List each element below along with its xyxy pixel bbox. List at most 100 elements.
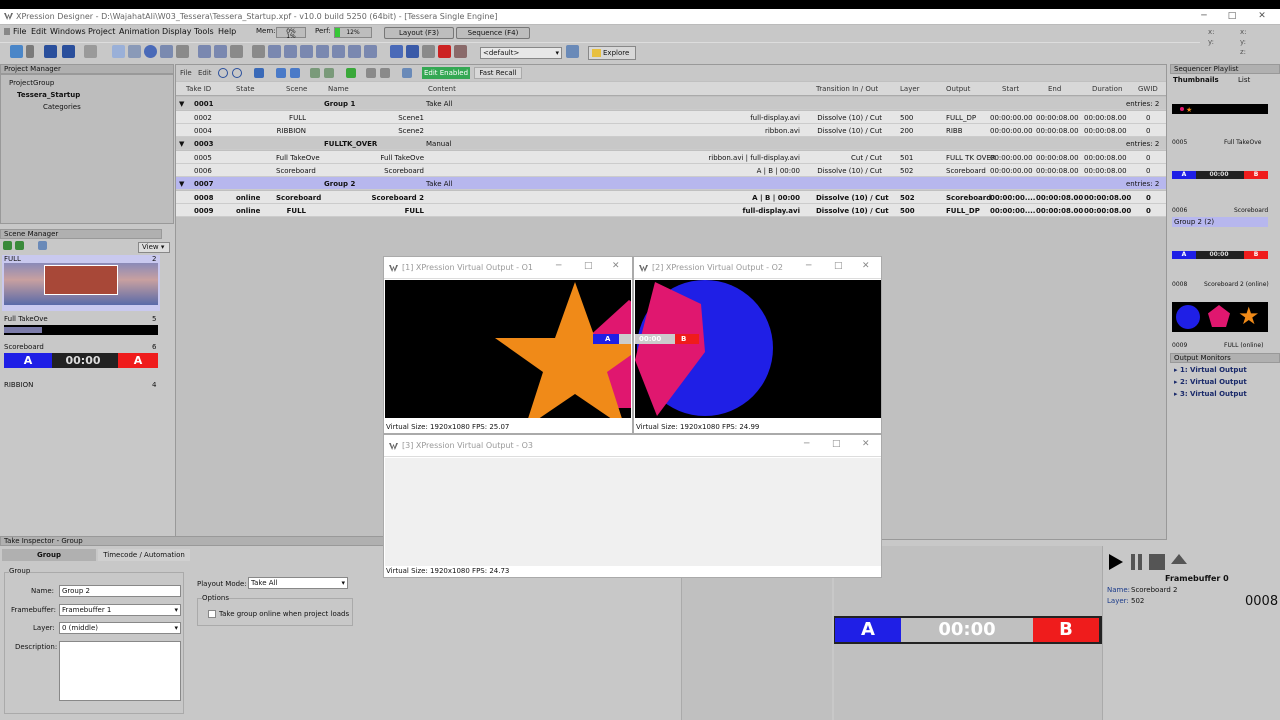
distribute-icon[interactable] xyxy=(252,45,265,58)
open-icon[interactable] xyxy=(10,45,23,58)
col-content[interactable]: Content xyxy=(428,85,456,93)
col-name[interactable]: Name xyxy=(328,85,349,93)
expand-caret-icon[interactable]: ▼ xyxy=(179,180,184,188)
vo2-maximize[interactable]: □ xyxy=(834,261,843,271)
menu-animation[interactable]: Animation xyxy=(119,27,160,36)
takes-file-menu[interactable]: File xyxy=(180,69,192,77)
find-icon[interactable] xyxy=(38,241,47,250)
align-left-icon[interactable] xyxy=(198,45,211,58)
move-icon[interactable] xyxy=(128,45,141,58)
take-row[interactable]: 0009 online FULL FULL full-display.avi Dissol… xyxy=(176,204,1166,217)
expand-caret-icon[interactable]: ▼ xyxy=(179,140,184,148)
duplicate-scene-icon[interactable] xyxy=(15,241,24,250)
expand-caret-icon[interactable]: ▼ xyxy=(179,100,184,108)
menu-display[interactable]: Display xyxy=(162,27,192,36)
close-button[interactable]: ✕ xyxy=(1248,10,1276,23)
vo1-minimize[interactable]: ─ xyxy=(556,261,561,271)
col-duration[interactable]: Duration xyxy=(1092,85,1122,93)
refresh-icon[interactable] xyxy=(566,45,579,58)
globe-icon[interactable] xyxy=(144,45,157,58)
align-top-icon[interactable] xyxy=(268,45,281,58)
up-icon[interactable] xyxy=(276,68,286,78)
new-scene-icon[interactable] xyxy=(3,241,12,250)
save-icon[interactable] xyxy=(44,45,57,58)
select-icon[interactable] xyxy=(112,45,125,58)
menu-file[interactable]: File xyxy=(13,27,26,36)
stop-square-icon[interactable] xyxy=(1149,554,1165,570)
takes-edit-menu[interactable]: Edit xyxy=(198,69,212,77)
text-small-icon[interactable] xyxy=(380,68,390,78)
menu-tools[interactable]: Tools xyxy=(194,27,214,36)
edit-enabled-button[interactable]: Edit Enabled xyxy=(422,67,470,79)
tab-thumbnails[interactable]: Thumbnails xyxy=(1173,76,1219,84)
take-row[interactable]: 0008 online Scoreboard Scoreboard 2 A | B | … xyxy=(176,191,1166,204)
undo-circle-icon[interactable] xyxy=(218,68,228,78)
col-end[interactable]: End xyxy=(1048,85,1061,93)
menu-edit[interactable]: Edit xyxy=(31,27,47,36)
add-icon[interactable] xyxy=(346,68,356,78)
grid-icon[interactable] xyxy=(422,45,435,58)
layer-select[interactable]: 0 (middle) ▾ xyxy=(59,622,181,634)
col-state[interactable]: State xyxy=(236,85,255,93)
align-bottom-icon[interactable] xyxy=(300,45,313,58)
monitor-item-3[interactable]: ▸ 3: Virtual Output xyxy=(1174,390,1247,398)
col-start[interactable]: Start xyxy=(1002,85,1019,93)
col-output[interactable]: Output xyxy=(946,85,970,93)
vo2-close[interactable]: ✕ xyxy=(862,261,870,271)
group-row[interactable]: ▼ 0003 FULLTK_OVER Manual entries: 2 xyxy=(176,137,1166,150)
menu-windows[interactable]: Windows xyxy=(50,27,86,36)
monitor-item-1[interactable]: ▸ 1: Virtual Output xyxy=(1174,366,1247,374)
search-icon[interactable] xyxy=(402,68,412,78)
take-group-online-checkbox[interactable] xyxy=(208,610,216,618)
vo1-close[interactable]: ✕ xyxy=(612,261,620,271)
tree-item-categories[interactable]: Categories xyxy=(43,103,81,111)
tab-group[interactable]: Group xyxy=(2,549,96,561)
scene-item-full[interactable]: FULL 2 xyxy=(2,255,160,311)
vo3-minimize[interactable]: ─ xyxy=(804,439,809,449)
vo3-maximize[interactable]: □ xyxy=(832,439,841,449)
seq-group-2[interactable]: Group 2 (2) xyxy=(1172,217,1268,227)
tab-list[interactable]: List xyxy=(1238,76,1250,84)
view-button[interactable]: View ▾ xyxy=(138,242,170,253)
spacing-icon[interactable] xyxy=(316,45,329,58)
text-size-icon[interactable] xyxy=(366,68,376,78)
group-icon[interactable] xyxy=(310,68,320,78)
render-icon[interactable] xyxy=(454,45,467,58)
default-select[interactable]: <default> ▾ xyxy=(480,47,562,59)
maximize-button[interactable]: □ xyxy=(1218,10,1246,23)
col-layer[interactable]: Layer xyxy=(900,85,920,93)
monitor-item-2[interactable]: ▸ 2: Virtual Output xyxy=(1174,378,1247,386)
align-middle-icon[interactable] xyxy=(284,45,297,58)
scene-item-ribbion[interactable]: RIBBION 4 xyxy=(2,379,160,389)
layer-icon[interactable] xyxy=(390,45,403,58)
publish-icon[interactable] xyxy=(406,45,419,58)
description-field[interactable] xyxy=(59,641,181,701)
vo3-close[interactable]: ✕ xyxy=(862,439,870,449)
size-icon[interactable] xyxy=(348,45,361,58)
scale-icon[interactable] xyxy=(160,45,173,58)
take-row[interactable]: 0004 RIBBION Scene2 ribbon.avi Dissolve (10)… xyxy=(176,124,1166,137)
align-center-icon[interactable] xyxy=(214,45,227,58)
sequence-button[interactable]: Sequence (F4) xyxy=(456,27,530,39)
col-scene[interactable]: Scene xyxy=(286,85,307,93)
spacing-v-icon[interactable] xyxy=(332,45,345,58)
vo1-maximize[interactable]: □ xyxy=(584,261,593,271)
undo-icon[interactable] xyxy=(230,45,243,58)
play-icon[interactable] xyxy=(1109,554,1123,570)
tree-item-projectgroup[interactable]: ProjectGroup xyxy=(9,79,54,87)
menu-help[interactable]: Help xyxy=(218,27,236,36)
name-field[interactable]: Group 2 xyxy=(59,585,181,597)
tab-timecode[interactable]: Timecode / Automation xyxy=(98,549,190,561)
take-row[interactable]: 0005 Full TakeOve Full TakeOve ribbon.avi |… xyxy=(176,151,1166,164)
explore-button[interactable]: Explore xyxy=(588,46,636,60)
save-all-icon[interactable] xyxy=(62,45,75,58)
minimize-button[interactable]: ─ xyxy=(1190,10,1218,23)
fast-recall-button[interactable]: Fast Recall xyxy=(474,67,522,79)
rotate-icon[interactable] xyxy=(176,45,189,58)
size-v-icon[interactable] xyxy=(364,45,377,58)
record-icon[interactable] xyxy=(438,45,451,58)
vo2-minimize[interactable]: ─ xyxy=(806,261,811,271)
col-transition[interactable]: Transition In / Out xyxy=(816,85,878,93)
group-row[interactable]: ▼ 0001 Group 1 Take All entries: 2 xyxy=(176,97,1166,110)
col-take-id[interactable]: Take ID xyxy=(186,85,211,93)
